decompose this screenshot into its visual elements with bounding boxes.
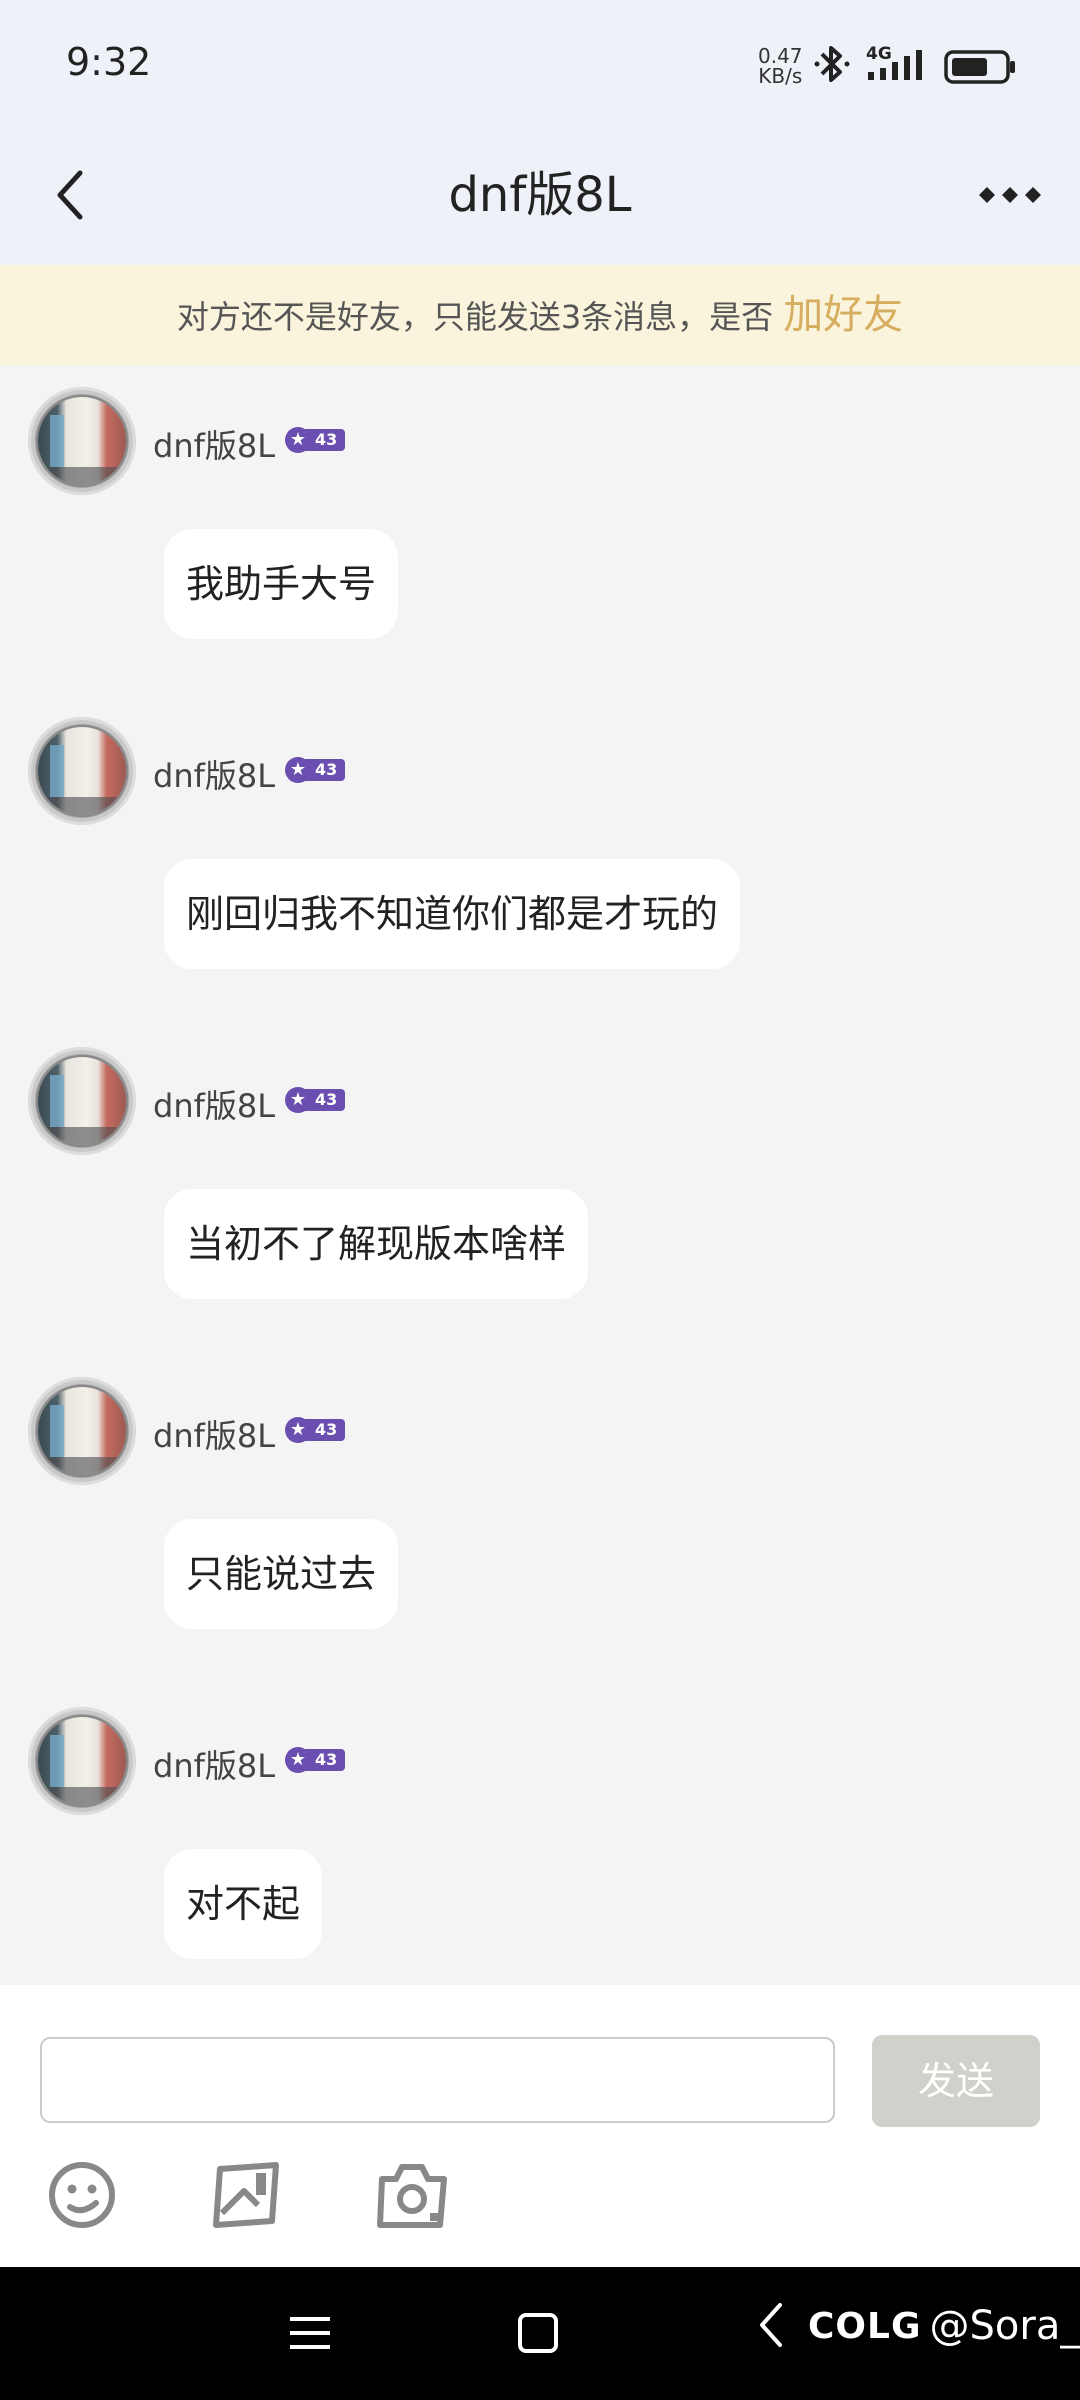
network-speed: 0.47 KB/s xyxy=(758,46,803,86)
message-username: dnf版8L xyxy=(153,1747,276,1785)
emoji-icon[interactable] xyxy=(44,2155,124,2235)
avatar[interactable] xyxy=(28,387,136,495)
camera-icon[interactable] xyxy=(372,2155,452,2235)
message-bubble[interactable]: 当初不了解现版本啥样 xyxy=(164,1189,589,1299)
message-input[interactable] xyxy=(40,2037,835,2123)
level-badge: ★ 43 xyxy=(285,1747,346,1773)
message-bubble[interactable]: 刚回归我不知道你们都是才玩的 xyxy=(164,859,741,969)
composer: 发送 xyxy=(0,1985,1080,2267)
watermark: COLG @Sora_ xyxy=(808,2303,1080,2349)
more-dots-icon xyxy=(979,187,1041,203)
watermark-logo: COLG xyxy=(808,2305,922,2347)
avatar[interactable] xyxy=(28,1377,136,1485)
avatar[interactable] xyxy=(28,1707,136,1815)
signal-icon xyxy=(868,50,922,80)
bluetooth-icon xyxy=(814,46,850,82)
avatar[interactable] xyxy=(28,1047,136,1155)
send-button[interactable]: 发送 xyxy=(872,2035,1040,2127)
level-star-icon: ★ xyxy=(285,1747,311,1773)
back-nav-icon[interactable] xyxy=(742,2295,802,2355)
home-icon[interactable] xyxy=(508,2303,568,2363)
level-star-icon: ★ xyxy=(285,757,311,783)
level-star-icon: ★ xyxy=(285,427,311,453)
battery-icon xyxy=(944,50,1015,84)
message-username: dnf版8L xyxy=(153,427,276,465)
page-title: dnf版8L xyxy=(448,167,632,223)
message-username: dnf版8L xyxy=(153,1417,276,1455)
menu-icon[interactable] xyxy=(280,2303,340,2363)
message-username: dnf版8L xyxy=(153,1087,276,1125)
level-badge: ★ 43 xyxy=(285,1087,346,1113)
friend-notice-text: 对方还不是好友，只能发送3条消息，是否 xyxy=(176,298,774,336)
message-username: dnf版8L xyxy=(153,757,276,795)
more-options-button[interactable] xyxy=(970,150,1050,240)
watermark-handle: @Sora_ xyxy=(929,2303,1080,2349)
status-bar: 9:32 0.47 KB/s 4G xyxy=(0,0,1080,130)
chat-header: dnf版8L xyxy=(0,130,1080,265)
level-star-icon: ★ xyxy=(285,1087,311,1113)
friend-notice-banner: 对方还不是好友，只能发送3条消息，是否 加好友 xyxy=(0,265,1080,365)
system-nav-bar: COLG @Sora_ xyxy=(0,2267,1080,2400)
message-bubble[interactable]: 只能说过去 xyxy=(164,1519,399,1629)
message-bubble[interactable]: 对不起 xyxy=(164,1849,323,1959)
level-star-icon: ★ xyxy=(285,1417,311,1443)
level-badge: ★ 43 xyxy=(285,757,346,783)
network-speed-unit: KB/s xyxy=(758,64,803,88)
status-time: 9:32 xyxy=(66,40,152,84)
add-friend-link[interactable]: 加好友 xyxy=(783,292,903,338)
message-bubble[interactable]: 我助手大号 xyxy=(164,529,399,639)
level-badge: ★ 43 xyxy=(285,427,346,453)
avatar[interactable] xyxy=(28,717,136,825)
image-icon[interactable] xyxy=(206,2155,286,2235)
message-list[interactable]: dnf版8L ★ 43 我助手大号 dnf版8L ★ 43 刚回归我不知道你们都是才… xyxy=(0,365,1080,1985)
network-speed-value: 0.47 xyxy=(758,44,803,68)
level-badge: ★ 43 xyxy=(285,1417,346,1443)
